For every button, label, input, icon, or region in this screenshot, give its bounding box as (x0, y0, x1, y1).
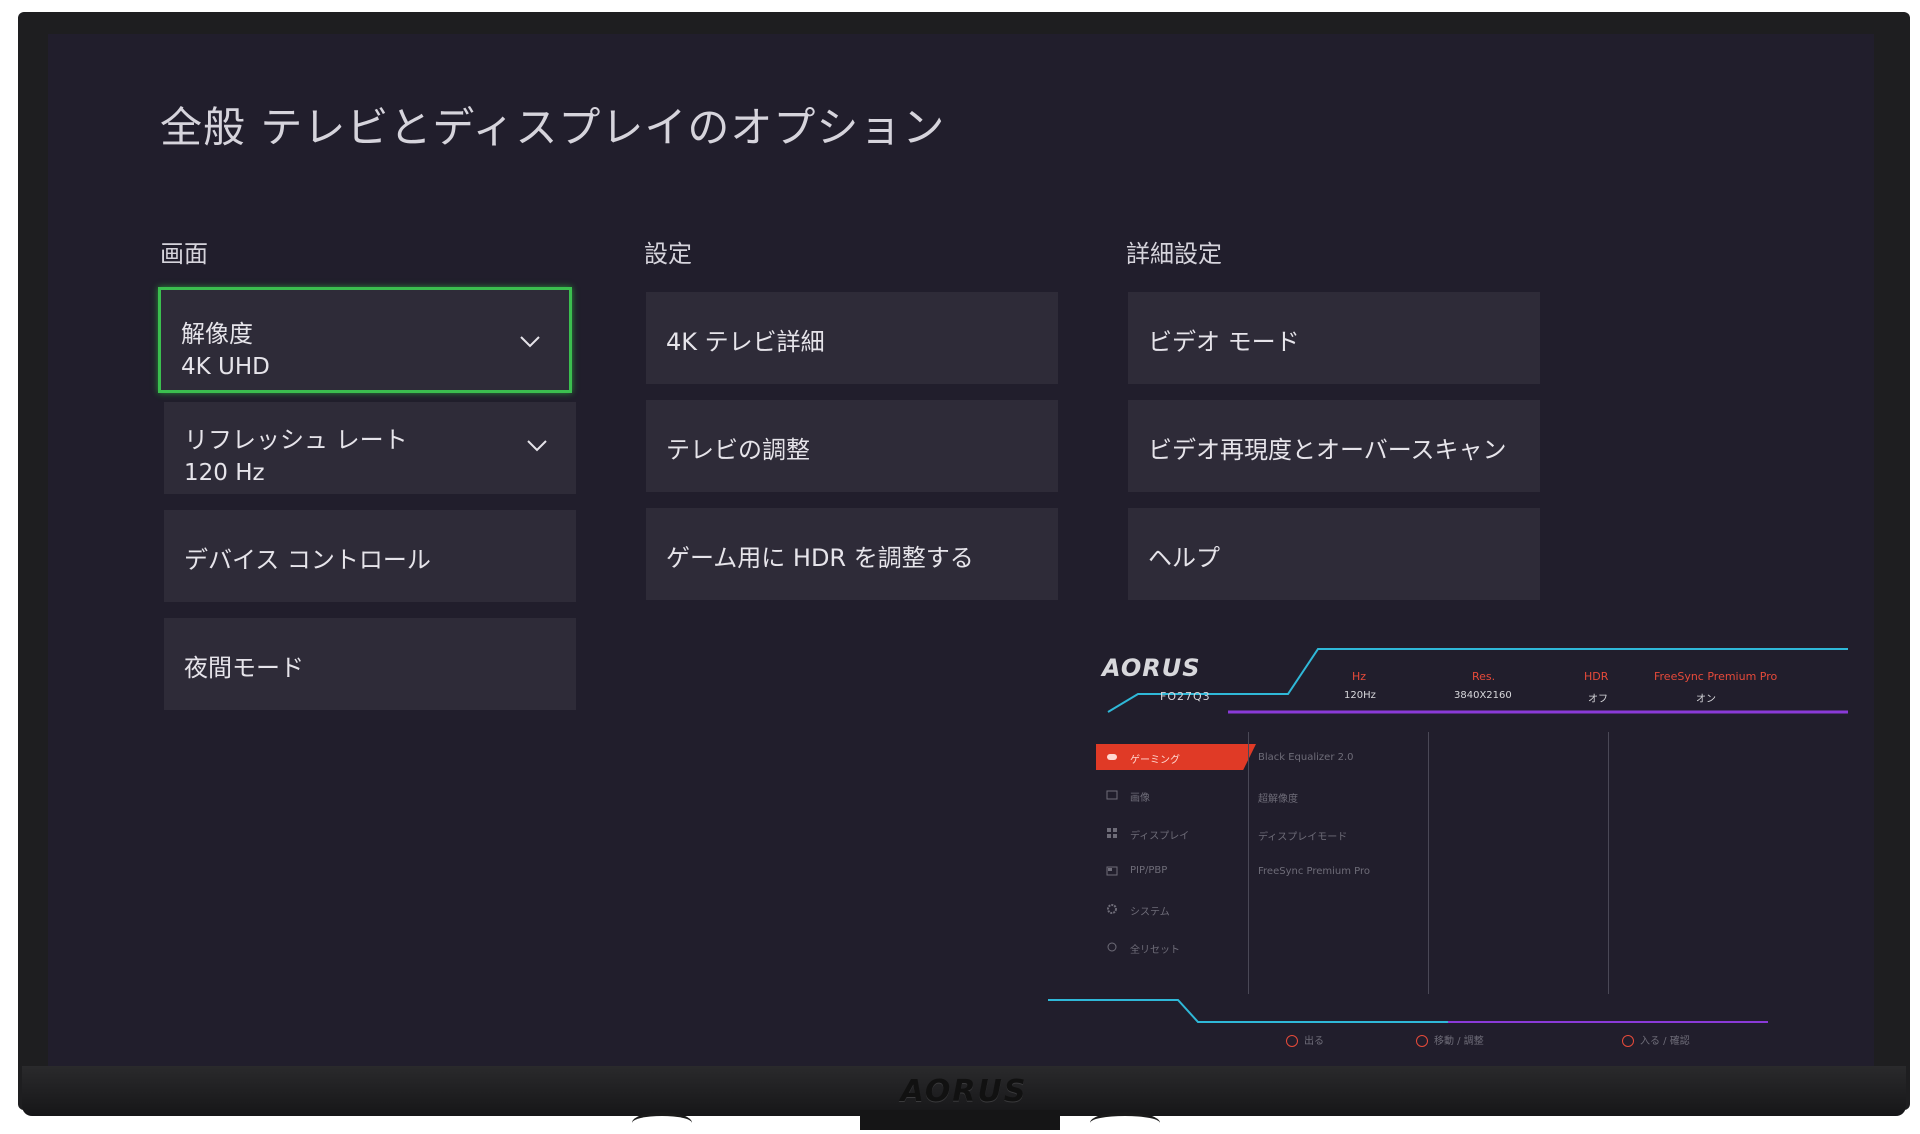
cable (1090, 1112, 1160, 1134)
resolution-label: 解像度 (181, 320, 253, 348)
osd-submenu-item[interactable]: 超解像度 (1258, 790, 1298, 805)
video-fidelity-label: ビデオ再現度とオーバースキャン (1148, 436, 1507, 464)
osd-stat-value: オン (1696, 694, 1716, 705)
osd-brand-logo: AORUS (1102, 654, 1201, 682)
osd-submenu-item[interactable]: FreeSync Premium Pro (1258, 866, 1370, 877)
hdr-calibration-label: ゲーム用に HDR を調整する (666, 544, 974, 572)
osd-stat-label: HDR (1584, 670, 1609, 683)
joystick-icon (1622, 1035, 1634, 1047)
osd-divider (1428, 732, 1429, 994)
refresh-rate-value: 120 Hz (184, 460, 265, 486)
resolution-tile[interactable]: 解像度 4K UHD (158, 287, 572, 393)
osd-submenu-item[interactable]: ディスプレイモード (1258, 828, 1347, 843)
tv-calibration-tile[interactable]: テレビの調整 (646, 400, 1058, 492)
osd-stat-value: 120Hz (1344, 690, 1376, 701)
osd-stat-label: Res. (1472, 670, 1496, 683)
reset-icon (1106, 941, 1118, 953)
cable (632, 1112, 692, 1134)
device-control-tile[interactable]: デバイス コントロール (164, 510, 576, 602)
refresh-rate-label: リフレッシュ レート (184, 426, 408, 454)
gear-icon (1106, 903, 1118, 915)
chevron-down-icon (524, 432, 550, 458)
resolution-value: 4K UHD (181, 354, 270, 380)
refresh-rate-tile[interactable]: リフレッシュ レート 120 Hz (164, 402, 576, 494)
video-mode-tile[interactable]: ビデオ モード (1128, 292, 1540, 384)
joystick-icon (1286, 1035, 1298, 1047)
osd-footer-exit: 出る (1286, 1032, 1324, 1047)
column-header-settings: 設定 (644, 240, 692, 268)
osd-stat-value: 3840X2160 (1454, 690, 1512, 701)
osd-menu-item-system[interactable]: システム (1096, 896, 1256, 922)
osd-divider (1248, 732, 1249, 994)
video-mode-label: ビデオ モード (1148, 328, 1300, 356)
help-tile[interactable]: ヘルプ (1128, 508, 1540, 600)
help-label: ヘルプ (1148, 544, 1220, 572)
column-header-screen: 画面 (160, 240, 208, 268)
tv-calibration-label: テレビの調整 (666, 436, 810, 464)
bezel-logo: AORUS (900, 1074, 1028, 1109)
osd-footer-move: 移動 / 調整 (1416, 1032, 1484, 1047)
osd-menu-item-picture[interactable]: 画像 (1096, 782, 1256, 808)
pip-icon (1106, 865, 1118, 877)
hdr-calibration-tile[interactable]: ゲーム用に HDR を調整する (646, 508, 1058, 600)
display-grid-icon (1106, 827, 1118, 839)
osd-divider (1608, 732, 1609, 994)
screen: 全般 テレビとディスプレイのオプション 画面 解像度 4K UHD リフレッシュ… (48, 34, 1874, 1066)
device-control-label: デバイス コントロール (184, 546, 431, 574)
4k-tv-details-label: 4K テレビ詳細 (666, 328, 825, 356)
monitor-stand (860, 1110, 1060, 1130)
picture-icon (1106, 789, 1118, 801)
gamepad-icon (1106, 751, 1118, 763)
osd-submenu-item[interactable]: Black Equalizer 2.0 (1258, 752, 1354, 763)
night-mode-tile[interactable]: 夜間モード (164, 618, 576, 710)
page-title: 全般 テレビとディスプレイのオプション (160, 103, 946, 152)
osd-footer-enter: 入る / 確認 (1622, 1032, 1690, 1047)
osd-menu-item-gaming[interactable]: ゲーミング (1096, 744, 1256, 770)
monitor-osd: AORUS FO27Q3 Hz 120Hz Res. 3840X2160 HDR… (1048, 604, 1868, 1054)
osd-menu-item-pip[interactable]: PIP/PBP (1096, 858, 1256, 884)
video-fidelity-tile[interactable]: ビデオ再現度とオーバースキャン (1128, 400, 1540, 492)
monitor-chin: AORUS (22, 1066, 1906, 1116)
osd-model: FO27Q3 (1160, 690, 1211, 703)
osd-stat-label: FreeSync Premium Pro (1654, 670, 1778, 683)
4k-tv-details-tile[interactable]: 4K テレビ詳細 (646, 292, 1058, 384)
chevron-down-icon (517, 328, 543, 354)
osd-menu-item-reset[interactable]: 全リセット (1096, 934, 1256, 960)
osd-stat-label: Hz (1352, 670, 1367, 683)
osd-menu-item-display[interactable]: ディスプレイ (1096, 820, 1256, 846)
night-mode-label: 夜間モード (184, 654, 304, 682)
column-header-advanced: 詳細設定 (1126, 240, 1222, 268)
osd-stat-value: オフ (1588, 694, 1608, 705)
joystick-icon (1416, 1035, 1428, 1047)
